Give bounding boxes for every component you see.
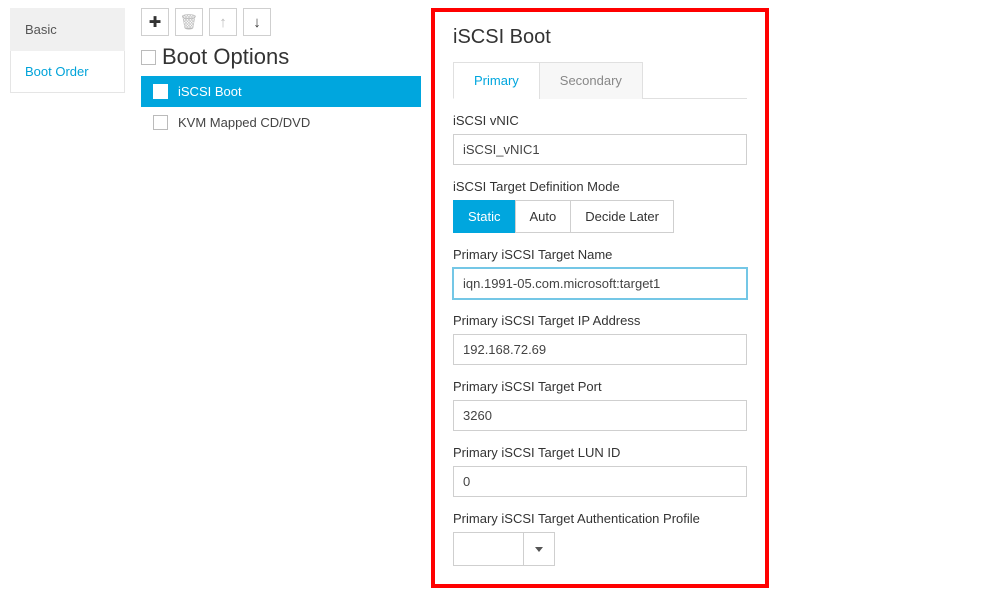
- panel-title: iSCSI Boot: [453, 26, 747, 49]
- arrow-down-icon: ↓: [253, 14, 261, 31]
- section-title: Boot Options: [162, 44, 289, 70]
- chevron-down-icon: [535, 547, 543, 552]
- input-target-ip[interactable]: [453, 334, 747, 365]
- tab-primary[interactable]: Primary: [453, 62, 540, 99]
- label-vnic: iSCSI vNIC: [453, 113, 747, 128]
- label-target-port: Primary iSCSI Target Port: [453, 379, 747, 394]
- mode-static-button[interactable]: Static: [453, 200, 516, 233]
- input-target-name[interactable]: [453, 268, 747, 299]
- label-target-auth: Primary iSCSI Target Authentication Prof…: [453, 511, 747, 526]
- mode-later-button[interactable]: Decide Later: [570, 200, 674, 233]
- label-target-lun: Primary iSCSI Target LUN ID: [453, 445, 747, 460]
- field-target-ip: Primary iSCSI Target IP Address: [453, 313, 747, 365]
- boot-item-label: iSCSI Boot: [178, 84, 242, 99]
- input-target-lun[interactable]: [453, 466, 747, 497]
- field-target-name: Primary iSCSI Target Name: [453, 247, 747, 299]
- add-button[interactable]: ✚: [141, 8, 169, 36]
- panel-tabs: Primary Secondary: [453, 61, 747, 99]
- boot-item-kvm[interactable]: KVM Mapped CD/DVD: [141, 107, 421, 138]
- boot-list: iSCSI Boot KVM Mapped CD/DVD: [141, 76, 421, 138]
- boot-item-checkbox[interactable]: [153, 84, 168, 99]
- arrow-up-icon: ↑: [219, 14, 227, 31]
- auth-select-arrow[interactable]: [523, 532, 555, 566]
- input-target-port[interactable]: [453, 400, 747, 431]
- left-sidebar: Basic Boot Order: [10, 8, 125, 588]
- field-target-lun: Primary iSCSI Target LUN ID: [453, 445, 747, 497]
- section-checkbox[interactable]: [141, 50, 156, 65]
- boot-item-label: KVM Mapped CD/DVD: [178, 115, 310, 130]
- field-target-port: Primary iSCSI Target Port: [453, 379, 747, 431]
- boot-toolbar: ✚ 🗑 ↑ ↓: [141, 8, 421, 36]
- label-mode: iSCSI Target Definition Mode: [453, 179, 747, 194]
- trash-icon: 🗑: [179, 13, 198, 31]
- mode-button-group: Static Auto Decide Later: [453, 200, 747, 233]
- boot-item-checkbox[interactable]: [153, 115, 168, 130]
- auth-select[interactable]: [453, 532, 747, 566]
- field-mode: iSCSI Target Definition Mode Static Auto…: [453, 179, 747, 233]
- boot-item-iscsi[interactable]: iSCSI Boot: [141, 76, 421, 107]
- plus-icon: ✚: [149, 13, 162, 31]
- move-up-button[interactable]: ↑: [209, 8, 237, 36]
- section-heading: Boot Options: [141, 44, 421, 70]
- app-root: Basic Boot Order ✚ 🗑 ↑ ↓ Boot Options iS…: [0, 0, 999, 596]
- auth-select-value: [453, 532, 523, 566]
- sidebar-tab-basic[interactable]: Basic: [10, 8, 125, 51]
- label-target-name: Primary iSCSI Target Name: [453, 247, 747, 262]
- field-vnic: iSCSI vNIC: [453, 113, 747, 165]
- delete-button[interactable]: 🗑: [175, 8, 203, 36]
- label-target-ip: Primary iSCSI Target IP Address: [453, 313, 747, 328]
- move-down-button[interactable]: ↓: [243, 8, 271, 36]
- iscsi-panel-highlight: iSCSI Boot Primary Secondary iSCSI vNIC …: [431, 8, 769, 588]
- sidebar-tab-bootorder[interactable]: Boot Order: [10, 51, 125, 93]
- field-target-auth: Primary iSCSI Target Authentication Prof…: [453, 511, 747, 566]
- mode-auto-button[interactable]: Auto: [515, 200, 572, 233]
- input-vnic[interactable]: [453, 134, 747, 165]
- middle-column: ✚ 🗑 ↑ ↓ Boot Options iSCSI Boot KVM Mapp…: [141, 8, 421, 588]
- tab-secondary[interactable]: Secondary: [539, 62, 643, 99]
